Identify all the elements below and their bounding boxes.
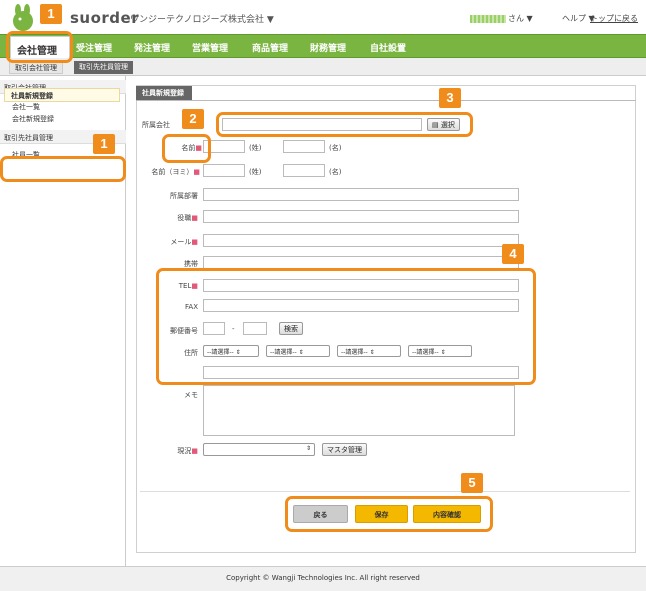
nav-item-purchase[interactable]: 発注管理 (134, 41, 170, 54)
user-suffix: さん ▼ (508, 14, 533, 23)
label-affiliation: 所属会社 (142, 121, 170, 129)
main-tab: 社員新規登録 (136, 86, 192, 100)
memo-textarea[interactable] (203, 385, 515, 436)
callout-box-actions (285, 496, 493, 532)
divider (136, 100, 636, 101)
callout-box-contact (156, 268, 536, 385)
first-name-kana-input[interactable] (283, 164, 325, 177)
callout-badge-1-sidebar: 1 (93, 134, 115, 154)
last-name-kana-input[interactable] (203, 164, 245, 177)
form-divider (140, 491, 630, 492)
main-nav: 受注管理 発注管理 営業管理 商品管理 財務管理 自社設置 (0, 34, 646, 58)
callout-badge-1-nav: 1 (40, 4, 62, 24)
user-menu[interactable]: さん ▼ (470, 13, 533, 24)
subtab-trading-staff[interactable]: 取引先社員管理 (74, 61, 133, 74)
back-to-top-link[interactable]: トップに戻る (590, 13, 638, 24)
label-status: 現況■ (177, 447, 198, 455)
callout-badge-5: 5 (461, 473, 483, 493)
callout-badge-2: 2 (182, 109, 204, 129)
position-input[interactable] (203, 210, 519, 223)
nav-item-orders[interactable]: 受注管理 (76, 41, 112, 54)
nav-item-finance[interactable]: 財務管理 (310, 41, 346, 54)
unit-sei: (姓) (249, 144, 262, 152)
select-arrow-icon: ⇕ (305, 445, 311, 452)
unit-mei-kana: (名) (329, 168, 342, 176)
label-position: 役職■ (177, 214, 198, 222)
unit-mei: (名) (329, 144, 342, 152)
sidebar-item-company-list[interactable]: 会社一覧 (12, 102, 40, 112)
sub-nav: 取引会社管理 取引先社員管理 (0, 58, 646, 76)
logo-text[interactable]: suorder (70, 9, 139, 27)
unit-sei-kana: (姓) (249, 168, 262, 176)
sidebar-item-staff-new[interactable]: 社員新規登録 (4, 88, 120, 102)
label-mail: メール■ (170, 238, 198, 246)
mail-input[interactable] (203, 234, 519, 247)
callout-box-name (162, 134, 211, 163)
user-name-blurred (470, 14, 506, 23)
label-memo: メモ (184, 391, 198, 399)
first-name-input[interactable] (283, 140, 325, 153)
footer: Copyright © Wangji Technologies Inc. All… (0, 566, 646, 591)
callout-box-affiliation (216, 112, 473, 137)
callout-box-sidebar (0, 156, 126, 182)
sidebar-item-company-new[interactable]: 会社新規登録 (12, 114, 54, 124)
callout-box-nav (6, 31, 73, 63)
callout-badge-3: 3 (439, 88, 461, 108)
rabbit-logo-icon[interactable] (6, 4, 40, 32)
nav-item-sales[interactable]: 営業管理 (192, 41, 228, 54)
status-select[interactable]: ⇕ (203, 443, 315, 456)
callout-badge-4: 4 (502, 244, 524, 264)
nav-item-settings[interactable]: 自社設置 (370, 41, 406, 54)
department-input[interactable] (203, 188, 519, 201)
nav-item-products[interactable]: 商品管理 (252, 41, 288, 54)
master-management-button[interactable]: マスタ管理 (322, 443, 367, 456)
company-selector[interactable]: ワンジーテクノロジーズ株式会社 ▼ (130, 12, 274, 25)
label-department: 所属部署 (170, 192, 198, 200)
label-kana: 名前（ヨミ）■ (151, 168, 200, 176)
